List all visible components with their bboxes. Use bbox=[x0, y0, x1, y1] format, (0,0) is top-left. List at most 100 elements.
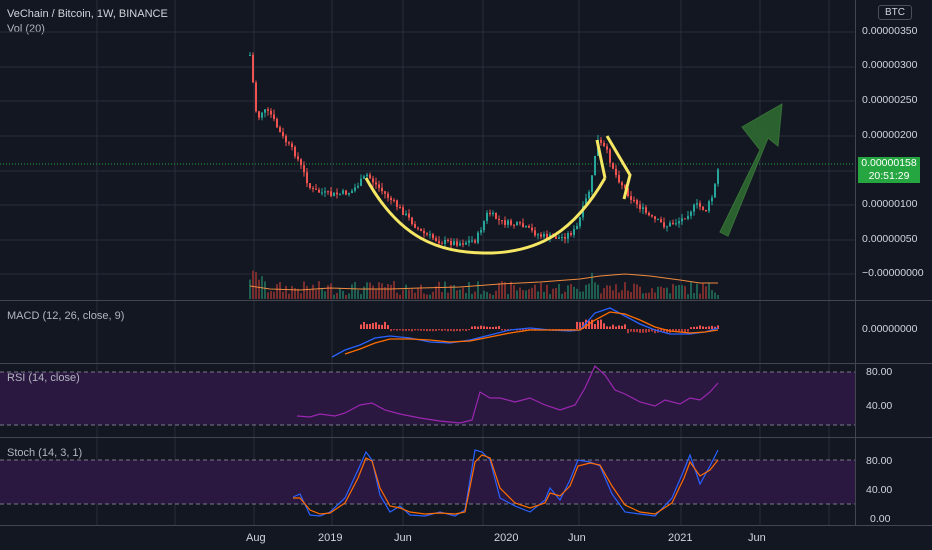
volume-bar bbox=[465, 293, 467, 299]
time-tick: 2021 bbox=[668, 532, 693, 544]
candle-body bbox=[705, 209, 707, 212]
candle-body bbox=[630, 196, 632, 200]
candle-body bbox=[423, 230, 425, 234]
candle-body bbox=[297, 156, 299, 160]
candle-body bbox=[534, 230, 536, 236]
volume-bar bbox=[597, 284, 599, 299]
macd-hist-bar bbox=[465, 329, 467, 332]
volume-bar bbox=[645, 292, 647, 299]
candle-body bbox=[708, 201, 710, 212]
candle-body bbox=[558, 237, 560, 239]
volume-bar bbox=[651, 288, 653, 299]
volume-bar bbox=[525, 290, 527, 299]
candle-body bbox=[375, 182, 377, 185]
candle-body bbox=[525, 225, 527, 228]
candle-body bbox=[633, 199, 635, 201]
volume-bar bbox=[300, 293, 302, 299]
candle-body bbox=[411, 217, 413, 225]
macd-hist-bar bbox=[489, 326, 491, 329]
macd-hist-bar bbox=[456, 329, 458, 332]
candle-body bbox=[474, 240, 476, 243]
candle-body bbox=[486, 212, 488, 222]
candle-body bbox=[459, 243, 461, 246]
candle-body bbox=[522, 223, 524, 228]
candle-body bbox=[675, 223, 677, 225]
volume-bar bbox=[330, 283, 332, 299]
candle-body bbox=[570, 233, 572, 235]
macd-hist-bar bbox=[693, 326, 695, 329]
candle-body bbox=[471, 240, 473, 242]
candle-body bbox=[453, 241, 455, 246]
candle-body bbox=[519, 222, 521, 224]
candle-body bbox=[567, 233, 569, 239]
volume-bar bbox=[678, 284, 680, 299]
volume-bar bbox=[387, 284, 389, 299]
candle-body bbox=[660, 219, 662, 223]
macd-hist-bar bbox=[426, 329, 428, 332]
volume-bar bbox=[681, 285, 683, 299]
macd-hist-bar bbox=[702, 326, 704, 329]
macd-hist-bar bbox=[579, 322, 581, 329]
candle-body bbox=[561, 237, 563, 239]
candle-body bbox=[510, 220, 512, 225]
macd-hist-bar bbox=[612, 324, 614, 329]
candle-body bbox=[435, 238, 437, 241]
macd-hist-bar bbox=[636, 329, 638, 333]
candle-body bbox=[351, 190, 353, 194]
candle-body bbox=[699, 203, 701, 207]
volume-bar bbox=[324, 291, 326, 299]
candle-body bbox=[651, 215, 653, 217]
chart-canvas[interactable] bbox=[0, 0, 932, 550]
candle-body bbox=[258, 111, 260, 118]
macd-hist-bar bbox=[594, 324, 596, 329]
candle-body bbox=[516, 222, 518, 226]
volume-bar bbox=[411, 289, 413, 299]
macd-hist-bar bbox=[609, 326, 611, 329]
candle-body bbox=[396, 200, 398, 207]
volume-bar bbox=[345, 294, 347, 299]
volume-bar bbox=[504, 282, 506, 299]
candle-body bbox=[531, 227, 533, 231]
macd-hist-bar bbox=[477, 326, 479, 329]
candle-body bbox=[312, 187, 314, 189]
volume-bar bbox=[306, 286, 308, 299]
candle-body bbox=[504, 220, 506, 225]
candle-body bbox=[489, 212, 491, 215]
volume-bar bbox=[276, 284, 278, 299]
candle-body bbox=[369, 174, 371, 179]
volume-bar bbox=[690, 282, 692, 299]
time-tick: Jun bbox=[748, 532, 766, 544]
candle-body bbox=[438, 240, 440, 244]
volume-bar bbox=[594, 282, 596, 299]
candle-body bbox=[645, 207, 647, 213]
candle-body bbox=[687, 215, 689, 219]
candle-body bbox=[684, 218, 686, 220]
macd-hist-bar bbox=[405, 329, 407, 331]
candle-body bbox=[339, 193, 341, 195]
volume-bar bbox=[636, 284, 638, 299]
volume-bar bbox=[255, 272, 257, 299]
candle-body bbox=[264, 109, 266, 113]
candle-body bbox=[261, 112, 263, 118]
volume-bar bbox=[672, 283, 674, 299]
volume-bar bbox=[459, 289, 461, 299]
macd-hist-bar bbox=[402, 329, 404, 331]
candle-body bbox=[270, 110, 272, 115]
volume-bar bbox=[357, 289, 359, 299]
volume-bar bbox=[705, 286, 707, 299]
candle-body bbox=[543, 233, 545, 237]
volume-bar bbox=[423, 293, 425, 299]
candle-body bbox=[333, 192, 335, 196]
macd-hist-bar bbox=[360, 324, 362, 329]
candle-body bbox=[672, 222, 674, 225]
volume-bar bbox=[687, 294, 689, 299]
volume-bar bbox=[609, 285, 611, 299]
volume-bar bbox=[537, 291, 539, 299]
candle-body bbox=[648, 212, 650, 216]
macd-hist-bar bbox=[399, 329, 401, 331]
volume-bar bbox=[711, 290, 713, 299]
candle-body bbox=[477, 232, 479, 243]
macd-hist-bar bbox=[420, 329, 422, 331]
volume-bar bbox=[429, 294, 431, 299]
volume-bar bbox=[555, 288, 557, 299]
